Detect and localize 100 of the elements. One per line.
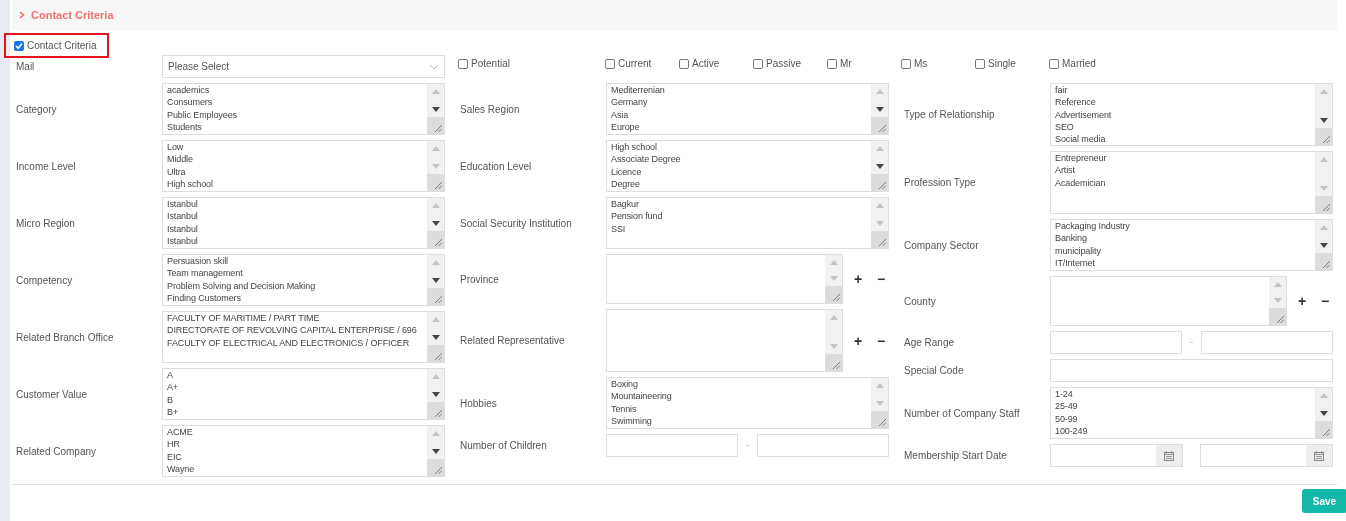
list-option[interactable]: Middle (167, 153, 193, 166)
list-box[interactable]: 1-24 25-49 50-99 100-249 (1050, 387, 1333, 439)
list-box[interactable]: Persuasion skill Team management Problem Solving and Decision Making Finding Customers (162, 254, 445, 306)
list-option[interactable]: municipality (1055, 244, 1101, 257)
list-box[interactable]: A A+ B B+ (162, 368, 445, 420)
list-option[interactable]: Artist (1055, 164, 1075, 177)
list-option[interactable]: A+ (167, 381, 179, 394)
remove-button[interactable]: − (873, 333, 889, 348)
list-option[interactable]: fair (1055, 84, 1068, 97)
list-box[interactable]: fair Reference Advertisement SEO Social media (1050, 83, 1333, 146)
scrollbar[interactable] (871, 198, 888, 231)
date-field[interactable] (1050, 444, 1183, 467)
list-option[interactable]: Boxing (611, 378, 638, 391)
list-option[interactable]: High school (611, 141, 657, 154)
list-option[interactable]: Swimming (611, 414, 652, 428)
checkbox[interactable] (901, 58, 911, 69)
list-option[interactable]: SEO (1055, 120, 1074, 134)
list-option[interactable]: DIRECTORATE OF REVOLVING CAPITAL ENTERPRISE / 696 (167, 324, 417, 337)
scrollbar[interactable] (1315, 152, 1332, 196)
list-option[interactable]: Wayne (167, 462, 195, 476)
list-option[interactable]: 1-24 (1055, 388, 1073, 401)
list-option[interactable]: Mountaineering (611, 390, 672, 403)
list-option[interactable]: IT/Internet (1055, 256, 1095, 270)
input-field[interactable] (1201, 331, 1333, 354)
list-option[interactable]: Ultra (167, 165, 186, 178)
list-option[interactable]: FACULTY OF MARITIME / PART TIME (167, 312, 320, 325)
list-option[interactable]: Istanbul (167, 210, 198, 223)
scrollbar[interactable] (427, 84, 444, 117)
list-option[interactable]: Finding Customers (167, 291, 241, 305)
list-option[interactable]: Reference (1055, 96, 1096, 109)
list-option[interactable]: High school (167, 177, 213, 191)
list-option[interactable]: Social media (1055, 133, 1106, 145)
scrollbar[interactable] (427, 369, 444, 402)
input-field[interactable] (606, 434, 738, 457)
remove-button[interactable]: − (873, 272, 889, 286)
checkbox[interactable] (827, 58, 837, 69)
scrollbar[interactable] (1269, 277, 1286, 308)
list-option[interactable]: Europe (611, 120, 640, 134)
checkbox[interactable] (679, 58, 689, 69)
date-field[interactable] (1200, 444, 1333, 467)
list-option[interactable]: Istanbul (167, 234, 198, 248)
list-box[interactable]: High school Associate Degree Licence Degree (606, 140, 889, 192)
scrollbar[interactable] (427, 426, 444, 459)
list-option[interactable]: 25-49 (1055, 400, 1078, 413)
list-option[interactable]: Academician (1055, 176, 1106, 189)
list-option[interactable]: Licence (611, 165, 642, 178)
checkbox[interactable] (605, 58, 615, 69)
scrollbar[interactable] (427, 141, 444, 174)
list-option[interactable]: HR (167, 438, 180, 451)
list-option[interactable]: Students (167, 120, 202, 134)
list-option[interactable]: Problem Solving and Decision Making (167, 279, 316, 292)
add-button[interactable]: + (850, 272, 866, 286)
list-option[interactable]: Banking (1055, 232, 1087, 245)
list-option[interactable]: A (167, 369, 173, 382)
select-field[interactable]: Please Select (162, 55, 445, 78)
input-field[interactable] (1050, 331, 1182, 354)
input-field[interactable] (757, 434, 889, 457)
list-option[interactable]: Low (167, 141, 184, 154)
scrollbar[interactable] (871, 141, 888, 174)
list-option[interactable]: Packaging Industry (1055, 220, 1130, 233)
list-box[interactable]: Mediterrenian Germany Asia Europe (606, 83, 889, 135)
add-button[interactable]: + (850, 333, 866, 348)
list-box[interactable]: Boxing Mountaineering Tennis Swimming (606, 377, 889, 429)
remove-button[interactable]: − (1317, 294, 1333, 308)
add-button[interactable]: + (1294, 294, 1310, 308)
list-option[interactable]: 50-99 (1055, 412, 1078, 425)
scrollbar[interactable] (825, 255, 842, 286)
list-option[interactable]: Istanbul (167, 222, 198, 235)
list-box[interactable]: Istanbul Istanbul Istanbul Istanbul (162, 197, 445, 249)
list-option[interactable]: SSI (611, 222, 626, 235)
list-option[interactable]: Bagkur (611, 198, 639, 211)
scrollbar[interactable] (427, 312, 444, 345)
list-box[interactable]: ACME HR EIC Wayne (162, 425, 445, 477)
checkbox[interactable] (14, 40, 24, 51)
list-option[interactable]: Germany (611, 96, 648, 109)
list-box[interactable]: academics Consumers Public Employees Students (162, 83, 445, 135)
scrollbar[interactable] (871, 84, 888, 117)
input-field[interactable] (1050, 359, 1333, 382)
scrollbar[interactable] (427, 255, 444, 288)
list-option[interactable]: Degree (611, 177, 640, 191)
scrollbar[interactable] (871, 378, 888, 411)
scrollbar[interactable] (1315, 388, 1332, 421)
list-box[interactable]: Bagkur Pension fund SSI (606, 197, 889, 249)
list-option[interactable]: 100-249 (1055, 424, 1088, 438)
list-option[interactable]: academics (167, 84, 210, 97)
list-option[interactable]: B (167, 393, 173, 406)
list-option[interactable]: Consumers (167, 96, 213, 109)
checkbox[interactable] (1049, 58, 1059, 69)
list-option[interactable]: Tennis (611, 402, 637, 415)
list-box[interactable]: Entrepreneur Artist Academician (1050, 151, 1333, 214)
list-option[interactable]: Entrepreneur (1055, 152, 1107, 165)
list-option[interactable]: Istanbul (167, 198, 198, 211)
list-option[interactable]: B+ (167, 405, 179, 419)
list-box[interactable]: Packaging Industry Banking municipality IT/Internet (1050, 219, 1333, 271)
scrollbar[interactable] (1315, 220, 1332, 253)
scrollbar[interactable] (427, 198, 444, 231)
list-option[interactable]: Mediterrenian (611, 84, 665, 97)
list-option[interactable]: Asia (611, 108, 629, 121)
list-option[interactable]: Associate Degree (611, 153, 681, 166)
list-option[interactable]: Advertisement (1055, 108, 1112, 121)
